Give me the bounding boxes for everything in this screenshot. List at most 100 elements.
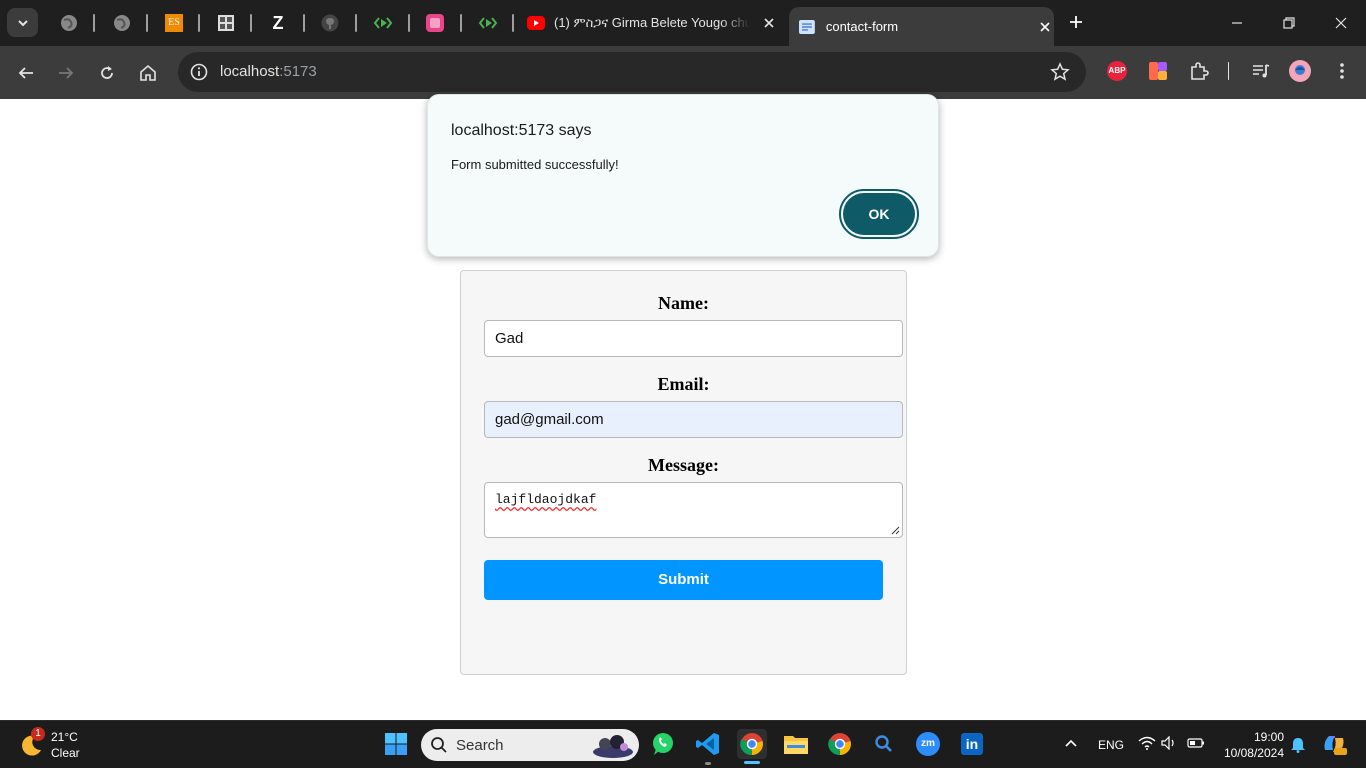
pinned-tab-7[interactable]: [371, 11, 395, 35]
tab-youtube[interactable]: (1) ምስጋና Girma Belete Yougo church: [520, 6, 782, 40]
network-button[interactable]: [1138, 736, 1156, 753]
submit-button[interactable]: Submit: [484, 560, 883, 600]
clock[interactable]: 19:00 10/08/2024: [1218, 729, 1284, 761]
star-icon[interactable]: [1050, 62, 1070, 82]
chrome-icon: [740, 733, 763, 756]
restore-button[interactable]: [1274, 10, 1304, 36]
file-explorer-app[interactable]: [781, 729, 811, 759]
alert-dialog: localhost:5173 says Form submitted succe…: [427, 94, 939, 257]
tab-contact-form[interactable]: contact-form: [789, 7, 1054, 46]
linkedin-app[interactable]: in: [957, 729, 987, 759]
tab-separator: [146, 14, 148, 32]
taskbar-search[interactable]: Search: [421, 729, 639, 761]
extension-colorful[interactable]: [1147, 60, 1169, 82]
adblock-extension[interactable]: ABP: [1106, 60, 1128, 82]
weather-widget[interactable]: 1 21°C Clear: [18, 727, 128, 762]
copilot-icon: [1324, 736, 1347, 755]
search-app[interactable]: [869, 729, 899, 759]
notion-icon: [218, 15, 234, 31]
close-icon: [764, 18, 774, 28]
app-running-indicator: [705, 762, 711, 765]
search-app-icon: [875, 735, 892, 752]
ok-button-label: OK: [843, 193, 915, 235]
adblock-icon: ABP: [1107, 61, 1127, 81]
close-window-button[interactable]: [1326, 10, 1356, 36]
chrome-icon: [828, 733, 851, 756]
pinned-tab-8[interactable]: [423, 11, 447, 35]
vscode-app[interactable]: [693, 729, 723, 759]
pinned-tab-2[interactable]: [110, 11, 134, 35]
media-queue-icon: [1253, 64, 1270, 78]
email-label: Email:: [657, 374, 710, 394]
contact-form: Name: Gad Email: gad@gmail.com Message: …: [460, 270, 907, 675]
es-icon: ES: [165, 14, 183, 32]
resize-handle-icon[interactable]: [891, 526, 900, 535]
forward-button[interactable]: [51, 58, 81, 88]
pinned-tab-3[interactable]: ES: [162, 11, 186, 35]
copilot-button[interactable]: [1321, 732, 1347, 759]
dialog-title: localhost:5173 says: [451, 122, 592, 139]
tab-separator: [250, 14, 252, 32]
tab-separator: [512, 14, 514, 32]
address-bar[interactable]: localhost:5173: [178, 52, 1086, 92]
colorful-app-icon: [1149, 62, 1167, 80]
back-button[interactable]: [11, 58, 41, 88]
pinned-tab-6[interactable]: [318, 11, 342, 35]
globe-icon: [61, 15, 77, 31]
reload-button[interactable]: [92, 58, 122, 88]
email-input[interactable]: gad@gmail.com: [484, 401, 903, 438]
volume-button[interactable]: [1161, 735, 1177, 753]
new-tab-button[interactable]: [1064, 11, 1088, 35]
tab-search-button[interactable]: [7, 8, 38, 37]
info-icon[interactable]: [189, 62, 209, 82]
chrome-app[interactable]: [825, 729, 855, 759]
tab-separator: [303, 14, 305, 32]
clock-date: 10/08/2024: [1223, 746, 1284, 760]
zoom-app[interactable]: zm: [913, 729, 943, 759]
toolbar-separator: [1228, 62, 1229, 80]
home-button[interactable]: [133, 58, 163, 88]
menu-button[interactable]: [1331, 60, 1353, 82]
message-label: Message:: [648, 455, 719, 475]
name-label: Name:: [658, 293, 709, 313]
search-icon: [431, 737, 447, 753]
pinned-tab-1[interactable]: [57, 11, 81, 35]
browser-toolbar: localhost:5173 ABP: [0, 46, 1366, 99]
whatsapp-app[interactable]: [648, 729, 678, 759]
minimize-icon: [1232, 22, 1242, 24]
dialog-message: Form submitted successfully!: [451, 157, 619, 172]
show-hidden-icons-button[interactable]: [1064, 736, 1078, 753]
chevron-down-icon: [17, 19, 28, 26]
code-icon: [478, 17, 498, 29]
url-host: localhost: [220, 63, 280, 80]
active-app-indicator: [744, 761, 760, 764]
pinned-tab-9[interactable]: [476, 11, 500, 35]
language-indicator[interactable]: ENG: [1098, 738, 1124, 752]
battery-button[interactable]: [1187, 737, 1205, 752]
pinned-tab-5[interactable]: Z: [266, 11, 290, 35]
close-tab-button[interactable]: [760, 14, 778, 32]
chrome-app-active[interactable]: [737, 729, 767, 759]
tab-title: (1) ምስጋና Girma Belete Yougo church: [554, 15, 750, 30]
clock-time: 19:00: [1253, 730, 1284, 744]
url-text[interactable]: localhost:5173: [220, 63, 317, 80]
wifi-icon: [1138, 736, 1156, 750]
pinned-tab-4[interactable]: [214, 11, 238, 35]
extensions-button[interactable]: [1188, 60, 1210, 82]
name-input[interactable]: Gad: [484, 320, 903, 357]
media-control-button[interactable]: [1250, 60, 1272, 82]
minimize-button[interactable]: [1222, 10, 1252, 36]
profile-button[interactable]: [1289, 60, 1311, 82]
tab-title: contact-form: [825, 19, 899, 34]
app-icon: [426, 14, 444, 32]
close-tab-button[interactable]: [1036, 18, 1054, 36]
bell-icon: [1291, 738, 1305, 753]
start-button[interactable]: [381, 729, 411, 759]
message-textarea[interactable]: lajfldaojdkaf: [484, 482, 903, 538]
notifications-button[interactable]: [1290, 737, 1306, 756]
tab-separator: [355, 14, 357, 32]
windows-start-icon: [385, 733, 407, 755]
ok-button[interactable]: OK: [839, 189, 919, 239]
zoom-icon: zm: [916, 732, 940, 756]
tab-separator: [408, 14, 410, 32]
